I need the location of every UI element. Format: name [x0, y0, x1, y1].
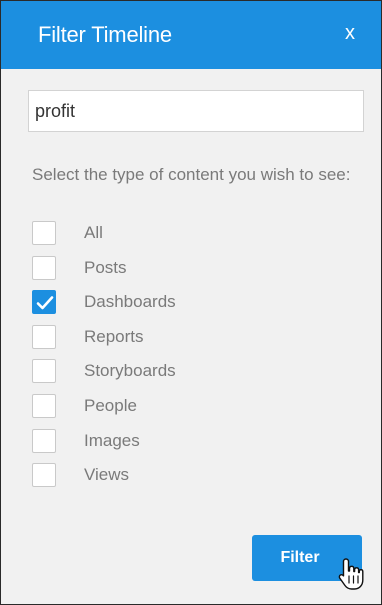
option-label: Views — [84, 465, 130, 485]
option-label: All — [84, 223, 103, 242]
option-dashboards[interactable]: Dashboards — [32, 290, 176, 325]
option-label: Storyboards — [84, 361, 176, 381]
option-reports[interactable]: Reports — [32, 324, 176, 360]
search-input[interactable] — [28, 90, 364, 132]
option-label: Posts — [84, 257, 127, 277]
filter-timeline-dialog: Filter Timeline x Select the type of con… — [0, 0, 382, 605]
dialog-header: Filter Timeline x — [1, 1, 381, 69]
content-type-prompt: Select the type of content you wish to s… — [32, 165, 351, 184]
option-label: Images — [84, 430, 140, 450]
option-views[interactable]: Views — [32, 463, 176, 498]
checkbox[interactable] — [32, 463, 56, 488]
dialog-title: Filter Timeline — [38, 22, 172, 47]
checkmark-icon — [36, 296, 54, 310]
checkbox[interactable] — [32, 221, 56, 245]
option-all[interactable]: All — [32, 221, 176, 256]
option-label: Dashboards — [84, 292, 176, 312]
close-button[interactable]: x — [345, 20, 355, 46]
hand-pointer-icon — [338, 558, 364, 590]
checkbox[interactable] — [32, 428, 56, 453]
option-images[interactable]: Images — [32, 428, 176, 464]
checkbox[interactable] — [32, 255, 56, 280]
checkbox[interactable] — [32, 393, 56, 418]
option-posts[interactable]: Posts — [32, 255, 176, 291]
checkbox[interactable] — [32, 359, 56, 384]
content-type-list: All Posts Dashboards Reports Storyboards… — [32, 221, 176, 498]
option-label: People — [84, 395, 137, 415]
checkbox-checked[interactable] — [32, 290, 56, 315]
option-storyboards[interactable]: Storyboards — [32, 359, 176, 394]
option-people[interactable]: People — [32, 393, 176, 429]
option-label: Reports — [84, 326, 144, 346]
checkbox[interactable] — [32, 324, 56, 349]
